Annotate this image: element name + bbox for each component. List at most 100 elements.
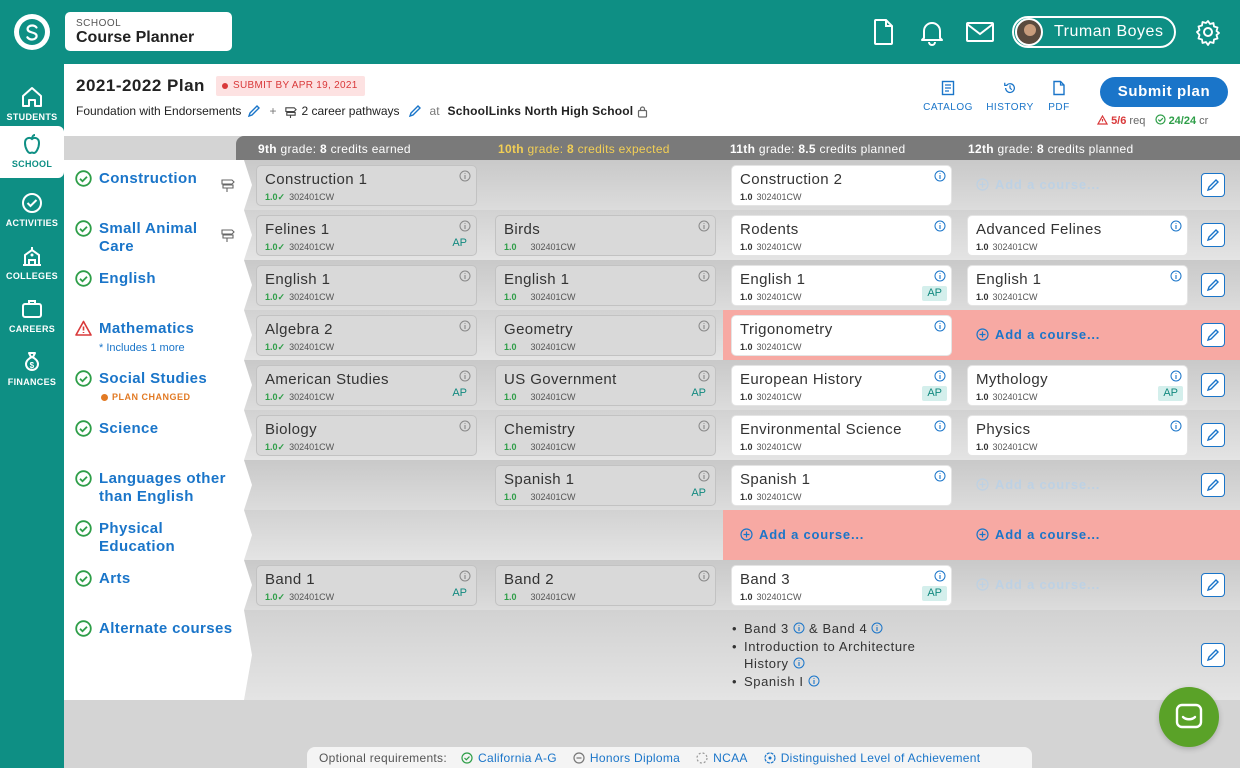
subject-arts[interactable]: Arts — [64, 560, 252, 610]
subject-construction[interactable]: Construction — [64, 160, 252, 210]
nav-finances[interactable]: $ FINANCES — [0, 344, 64, 397]
course-card[interactable]: American Studies 1.0✓ 302401CW AP — [256, 365, 477, 406]
legend-honors-diploma[interactable]: Honors Diploma — [573, 751, 680, 765]
course-card[interactable]: Algebra 2 1.0✓ 302401CW — [256, 315, 477, 356]
subject-note[interactable]: * Includes 1 more — [99, 342, 185, 354]
info-icon[interactable] — [698, 470, 710, 482]
info-icon[interactable] — [934, 270, 946, 282]
info-icon[interactable] — [808, 675, 820, 687]
course-card[interactable]: Advanced Felines 1.0 302401CW — [967, 215, 1188, 256]
course-card[interactable]: Spanish 1 1.0 302401CW AP — [495, 465, 716, 506]
info-icon[interactable] — [1170, 270, 1182, 282]
course-card[interactable]: Biology 1.0✓ 302401CW — [256, 415, 477, 456]
add-course-link[interactable]: Add a course... — [976, 477, 1100, 492]
catalog-button[interactable]: CATALOG — [918, 80, 978, 113]
course-card[interactable]: Band 2 1.0 302401CW — [495, 565, 716, 606]
user-menu[interactable]: Truman Boyes — [1012, 16, 1176, 48]
course-card[interactable]: Spanish 1 1.0 302401CW — [731, 465, 952, 506]
nav-students[interactable]: STUDENTS — [0, 79, 64, 132]
info-icon[interactable] — [698, 570, 710, 582]
subject-alternate-courses[interactable]: Alternate courses — [64, 610, 252, 700]
info-icon[interactable] — [934, 570, 946, 582]
add-course-link[interactable]: Add a course... — [976, 527, 1100, 542]
schoollinks-logo-icon[interactable] — [14, 14, 50, 50]
nav-school[interactable]: SCHOOL — [0, 126, 64, 178]
edit-row-button[interactable] — [1201, 273, 1225, 297]
edit-row-button[interactable] — [1201, 373, 1225, 397]
edit-pathways-pencil-icon[interactable] — [408, 104, 422, 118]
subject-languages[interactable]: Languages other than English — [64, 460, 252, 510]
course-card[interactable]: Birds 1.0 302401CW — [495, 215, 716, 256]
edit-row-button[interactable] — [1201, 643, 1225, 667]
info-icon[interactable] — [1170, 220, 1182, 232]
gear-icon[interactable] — [1192, 16, 1224, 48]
course-card[interactable]: Trigonometry 1.0 302401CW — [731, 315, 952, 356]
edit-diploma-pencil-icon[interactable] — [247, 104, 261, 118]
submit-plan-button[interactable]: Submit plan — [1100, 77, 1228, 107]
edit-row-button[interactable] — [1201, 173, 1225, 197]
info-icon[interactable] — [934, 470, 946, 482]
pdf-button[interactable]: PDF — [1029, 80, 1089, 113]
info-icon[interactable] — [698, 270, 710, 282]
course-card[interactable]: Construction 2 1.0 302401CW — [731, 165, 952, 206]
info-icon[interactable] — [934, 170, 946, 182]
mail-icon[interactable] — [964, 16, 996, 48]
course-card[interactable]: Mythology 1.0 302401CW AP — [967, 365, 1188, 406]
info-icon[interactable] — [1170, 420, 1182, 432]
subject-english[interactable]: English — [64, 260, 252, 310]
course-card[interactable]: Physics 1.0 302401CW — [967, 415, 1188, 456]
nav-activities[interactable]: ACTIVITIES — [0, 185, 64, 238]
info-icon[interactable] — [459, 570, 471, 582]
info-icon[interactable] — [1170, 370, 1182, 382]
subject-small-animal-care[interactable]: Small Animal Care — [64, 210, 252, 260]
course-card[interactable]: US Government 1.0 302401CW AP — [495, 365, 716, 406]
info-icon[interactable] — [934, 420, 946, 432]
course-card[interactable]: English 1 1.0 302401CW AP — [731, 265, 952, 306]
info-icon[interactable] — [459, 170, 471, 182]
add-course-link[interactable]: Add a course... — [976, 577, 1100, 592]
info-icon[interactable] — [698, 320, 710, 332]
info-icon[interactable] — [934, 370, 946, 382]
app-switcher[interactable]: SCHOOL Course Planner — [65, 12, 232, 51]
info-icon[interactable] — [459, 270, 471, 282]
course-card[interactable]: Geometry 1.0 302401CW — [495, 315, 716, 356]
legend-ncaa[interactable]: NCAA — [696, 751, 748, 765]
chat-button[interactable] — [1159, 687, 1219, 747]
course-card[interactable]: Rodents 1.0 302401CW — [731, 215, 952, 256]
document-icon[interactable] — [868, 16, 900, 48]
info-icon[interactable] — [698, 420, 710, 432]
info-icon[interactable] — [459, 370, 471, 382]
legend-distinguished-level[interactable]: Distinguished Level of Achievement — [764, 751, 981, 765]
add-course-link[interactable]: Add a course... — [976, 177, 1100, 192]
course-card[interactable]: Chemistry 1.0 302401CW — [495, 415, 716, 456]
edit-row-button[interactable] — [1201, 573, 1225, 597]
info-icon[interactable] — [459, 220, 471, 232]
course-card[interactable]: Construction 1 1.0✓ 302401CW — [256, 165, 477, 206]
info-icon[interactable] — [459, 320, 471, 332]
course-card[interactable]: Band 1 1.0✓ 302401CW AP — [256, 565, 477, 606]
course-card[interactable]: Environmental Science 1.0 302401CW — [731, 415, 952, 456]
info-icon[interactable] — [459, 420, 471, 432]
edit-row-button[interactable] — [1201, 223, 1225, 247]
info-icon[interactable] — [871, 622, 883, 634]
course-card[interactable]: English 1 1.0✓ 302401CW — [256, 265, 477, 306]
subject-science[interactable]: Science — [64, 410, 252, 460]
nav-careers[interactable]: CAREERS — [0, 291, 64, 344]
info-icon[interactable] — [698, 370, 710, 382]
course-card[interactable]: European History 1.0 302401CW AP — [731, 365, 952, 406]
nav-colleges[interactable]: COLLEGES — [0, 238, 64, 291]
add-course-link[interactable]: Add a course... — [740, 527, 864, 542]
info-icon[interactable] — [934, 220, 946, 232]
add-course-link[interactable]: Add a course... — [976, 327, 1100, 342]
bell-icon[interactable] — [916, 16, 948, 48]
subject-mathematics[interactable]: Mathematics * Includes 1 more — [64, 310, 252, 360]
course-card[interactable]: Felines 1 1.0✓ 302401CW AP — [256, 215, 477, 256]
info-icon[interactable] — [793, 657, 805, 669]
info-icon[interactable] — [934, 320, 946, 332]
subject-physical-education[interactable]: Physical Education — [64, 510, 252, 560]
course-card[interactable]: English 1 1.0 302401CW — [495, 265, 716, 306]
legend-california-a-g[interactable]: California A-G — [461, 751, 557, 765]
edit-row-button[interactable] — [1201, 423, 1225, 447]
subject-social-studies[interactable]: Social Studies PLAN CHANGED — [64, 360, 252, 410]
info-icon[interactable] — [793, 622, 805, 634]
